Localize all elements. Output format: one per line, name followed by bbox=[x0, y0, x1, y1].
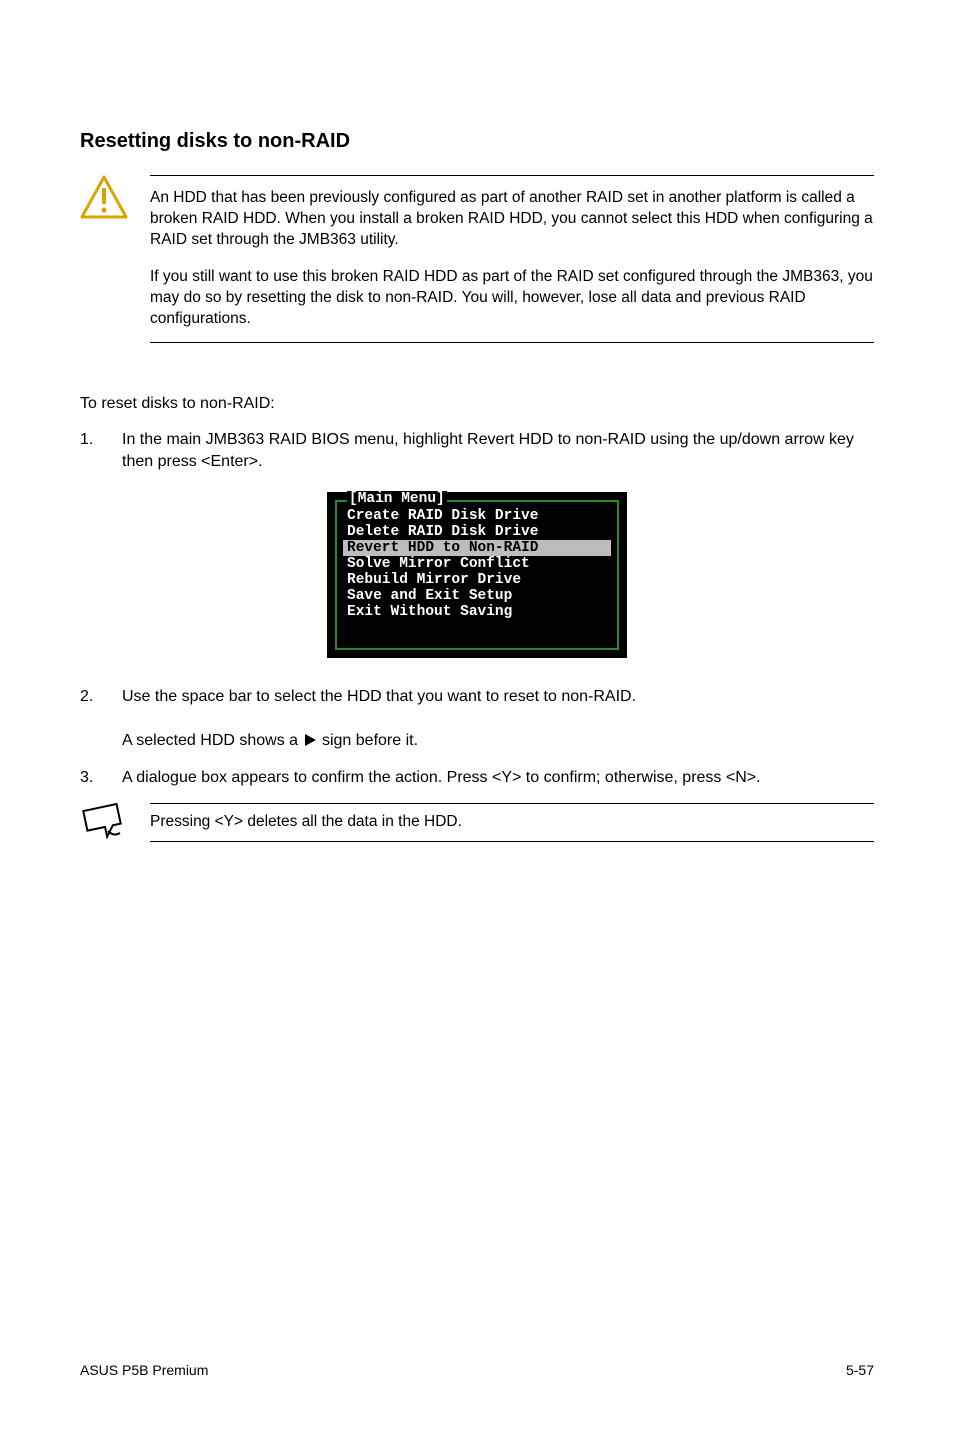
step-2-body: Use the space bar to select the HDD that… bbox=[122, 686, 874, 753]
step-number: 1. bbox=[80, 429, 122, 474]
step-2: 2. Use the space bar to select the HDD t… bbox=[80, 686, 874, 753]
note-icon bbox=[80, 803, 128, 841]
bios-menu-title: [Main Menu] bbox=[347, 491, 447, 507]
bios-menu-item: Solve Mirror Conflict bbox=[343, 556, 611, 572]
intro-text: To reset disks to non-RAID: bbox=[80, 393, 874, 415]
warning-icon bbox=[80, 175, 128, 219]
step-1: 1. In the main JMB363 RAID BIOS menu, hi… bbox=[80, 429, 874, 474]
bios-menu-item: Revert HDD to Non-RAID bbox=[343, 540, 611, 556]
bios-box: [Main Menu] Create RAID Disk DriveDelete… bbox=[327, 492, 627, 658]
page-footer: ASUS P5B Premium 5-57 bbox=[80, 1362, 874, 1378]
footer-right: 5-57 bbox=[846, 1362, 874, 1378]
step-2-line1: Use the space bar to select the HDD that… bbox=[122, 688, 636, 705]
warning-text: An HDD that has been previously configur… bbox=[150, 175, 874, 343]
bios-menu-item: Exit Without Saving bbox=[343, 604, 611, 620]
bios-menu-item: Rebuild Mirror Drive bbox=[343, 572, 611, 588]
step-2-line2-after: sign before it. bbox=[318, 732, 419, 749]
triangle-icon bbox=[305, 734, 316, 746]
bios-screenshot: [Main Menu] Create RAID Disk DriveDelete… bbox=[80, 492, 874, 658]
steps-list-continued: 2. Use the space bar to select the HDD t… bbox=[80, 686, 874, 790]
bios-border: [Main Menu] Create RAID Disk DriveDelete… bbox=[335, 500, 619, 650]
warning-paragraph-1: An HDD that has been previously configur… bbox=[150, 188, 874, 251]
bios-menu-item: Delete RAID Disk Drive bbox=[343, 524, 611, 540]
step-1-text: In the main JMB363 RAID BIOS menu, highl… bbox=[122, 429, 874, 474]
step-number: 3. bbox=[80, 767, 122, 789]
bios-menu-item: Save and Exit Setup bbox=[343, 588, 611, 604]
section-heading: Resetting disks to non-RAID bbox=[80, 130, 874, 153]
bios-menu-item: Create RAID Disk Drive bbox=[343, 508, 611, 524]
step-number: 2. bbox=[80, 686, 122, 753]
step-3: 3. A dialogue box appears to confirm the… bbox=[80, 767, 874, 789]
note-callout: Pressing <Y> deletes all the data in the… bbox=[80, 803, 874, 842]
step-2-line2-before: A selected HDD shows a bbox=[122, 732, 303, 749]
step-3-text: A dialogue box appears to confirm the ac… bbox=[122, 767, 874, 789]
note-text: Pressing <Y> deletes all the data in the… bbox=[150, 803, 874, 842]
steps-list: 1. In the main JMB363 RAID BIOS menu, hi… bbox=[80, 429, 874, 474]
warning-paragraph-2: If you still want to use this broken RAI… bbox=[150, 267, 874, 330]
footer-left: ASUS P5B Premium bbox=[80, 1362, 208, 1378]
warning-callout: An HDD that has been previously configur… bbox=[80, 175, 874, 343]
